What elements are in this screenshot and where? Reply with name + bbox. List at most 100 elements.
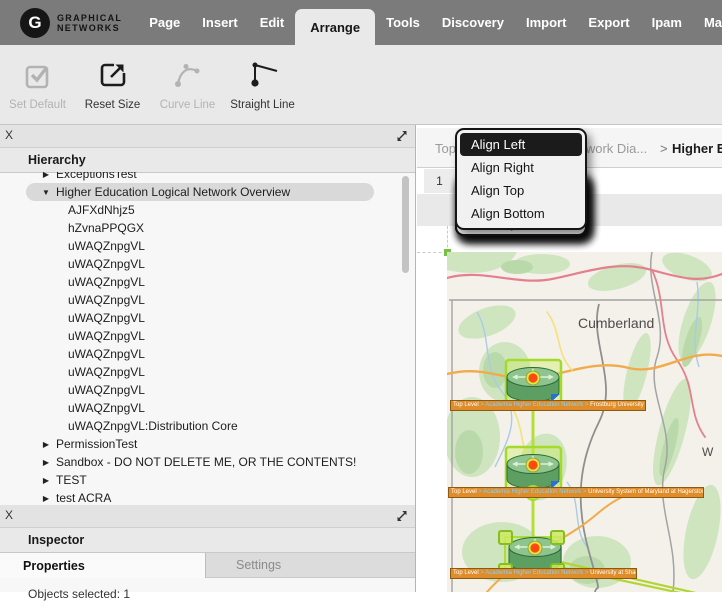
left-sidebar: X Hierarchy ExceptionsTest Higher Educat… bbox=[0, 125, 416, 592]
tree-item-label: Higher Education Logical Network Overvie… bbox=[56, 185, 290, 199]
tree-item[interactable]: uWAQZnpgVL bbox=[26, 291, 374, 309]
tree-expand-arrow[interactable] bbox=[40, 476, 52, 485]
tree-expand-arrow[interactable] bbox=[40, 494, 52, 503]
inspector-title: Inspector bbox=[0, 528, 415, 553]
tree-item-label: uWAQZnpgVL bbox=[68, 257, 145, 271]
inspector-expand-icon[interactable] bbox=[396, 509, 408, 527]
tree-item-label: Sandbox - DO NOT DELETE ME, OR THE CONTE… bbox=[56, 455, 356, 469]
hierarchy-close-button[interactable]: X bbox=[5, 129, 13, 142]
align-menu-item[interactable]: Align Left bbox=[460, 133, 582, 156]
menu-item[interactable]: Insert bbox=[191, 0, 248, 45]
straight-line-label: Straight Line bbox=[230, 99, 295, 111]
menu-item[interactable]: Edit bbox=[249, 0, 296, 45]
tree-item-label: AJFXdNhjz5 bbox=[68, 203, 135, 217]
app-logo: G GRAPHICAL NETWORKS bbox=[20, 8, 122, 38]
page-tab-1[interactable]: 1 bbox=[424, 169, 455, 193]
tree-item[interactable]: TEST bbox=[26, 471, 374, 489]
align-menu-item-label: Align Bottom bbox=[471, 206, 545, 221]
tree-item-label: uWAQZnpgVL bbox=[68, 401, 145, 415]
tree-item[interactable]: uWAQZnpgVL bbox=[26, 399, 374, 417]
tree-expand-arrow[interactable] bbox=[40, 458, 52, 467]
tree-item[interactable]: uWAQZnpgVL bbox=[26, 363, 374, 381]
map-edge-label: W bbox=[702, 445, 714, 459]
hierarchy-expand-icon[interactable] bbox=[396, 129, 408, 147]
tree-item[interactable]: uWAQZnpgVL bbox=[26, 381, 374, 399]
tree-item[interactable]: uWAQZnpgVL bbox=[26, 345, 374, 363]
menu-item-label: Ma bbox=[704, 15, 722, 30]
tree-item[interactable]: AJFXdNhjz5 bbox=[26, 201, 374, 219]
tree-item[interactable]: uWAQZnpgVL bbox=[26, 327, 374, 345]
node-path-label: Top Level > Academia Higher Education Ne… bbox=[450, 568, 637, 579]
align-menu-item-label: Align Top bbox=[471, 183, 524, 198]
align-menu-item[interactable]: Align Right bbox=[460, 156, 582, 179]
tree-item-label: uWAQZnpgVL bbox=[68, 365, 145, 379]
logo-monogram-icon: G bbox=[20, 8, 50, 38]
tree-item-label: uWAQZnpgVL bbox=[68, 311, 145, 325]
tab-properties[interactable]: Properties bbox=[0, 553, 206, 578]
curve-line-label: Curve Line bbox=[160, 99, 216, 111]
curve-line-icon bbox=[171, 58, 205, 92]
main-menu: Page Insert Edit Arrange Tools Discovery… bbox=[138, 0, 722, 45]
tree-item[interactable]: uWAQZnpgVL:Distribution Core bbox=[26, 417, 374, 435]
tree-item[interactable]: Higher Education Logical Network Overvie… bbox=[26, 183, 374, 201]
menu-item-label: Insert bbox=[202, 15, 237, 30]
menu-item-label: Export bbox=[588, 15, 629, 30]
tree-item-label: ExceptionsTest bbox=[56, 172, 137, 181]
menu-item[interactable]: Ma bbox=[693, 0, 722, 45]
curve-line-button: Curve Line bbox=[150, 45, 225, 124]
menu-item[interactable]: Export bbox=[577, 0, 640, 45]
straight-line-button[interactable]: Straight Line bbox=[225, 45, 300, 124]
align-dropdown-menu: Align Left Align Right Align Top Align B… bbox=[455, 128, 587, 230]
tree-item[interactable]: uWAQZnpgVL bbox=[26, 255, 374, 273]
menu-item-label: Import bbox=[526, 15, 566, 30]
tree-expand-arrow[interactable] bbox=[40, 440, 52, 449]
tree-item[interactable]: uWAQZnpgVL bbox=[26, 273, 374, 291]
align-menu-item-label: Align Right bbox=[471, 160, 534, 175]
align-menu-item[interactable]: Align Bottom bbox=[460, 202, 582, 225]
map-canvas[interactable]: Cumberland W bbox=[447, 252, 722, 592]
menu-item[interactable]: Ipam bbox=[641, 0, 693, 45]
tree-item-label: uWAQZnpgVL bbox=[68, 275, 145, 289]
menu-item-label: Arrange bbox=[310, 20, 360, 35]
ribbon-toolbar: Reorder Center Resize Set Default bbox=[0, 45, 722, 125]
tree-item[interactable]: hZvnaPPQGX bbox=[26, 219, 374, 237]
tree-expand-arrow[interactable] bbox=[40, 172, 52, 179]
menu-item[interactable]: Import bbox=[515, 0, 577, 45]
tree-item-label: uWAQZnpgVL bbox=[68, 329, 145, 343]
set-default-label: Set Default bbox=[9, 99, 66, 111]
straight-line-icon bbox=[246, 58, 280, 92]
inspector-tabs: Properties Settings bbox=[0, 553, 415, 578]
reset-size-button[interactable]: Reset Size bbox=[75, 45, 150, 124]
map-place-label: Cumberland bbox=[578, 315, 654, 331]
map-background: Cumberland W bbox=[447, 252, 722, 592]
hierarchy-tree: ExceptionsTest Higher Education Logical … bbox=[0, 172, 400, 505]
menu-item[interactable]: Page bbox=[138, 0, 191, 45]
top-menu-bar: G GRAPHICAL NETWORKS Page Insert Edit Ar… bbox=[0, 0, 722, 45]
menu-item-label: Discovery bbox=[442, 15, 504, 30]
hierarchy-scrollbar-thumb[interactable] bbox=[402, 176, 409, 273]
inspector-close-button[interactable]: X bbox=[5, 509, 13, 522]
inspector-panel: X Inspector Properties Settings Objects … bbox=[0, 505, 415, 601]
tree-item[interactable]: PermissionTest bbox=[26, 435, 374, 453]
tree-item-label: uWAQZnpgVL bbox=[68, 239, 145, 253]
tree-item[interactable]: test ACRA bbox=[26, 489, 374, 505]
menu-item-label: Ipam bbox=[652, 15, 682, 30]
tree-item[interactable]: Sandbox - DO NOT DELETE ME, OR THE CONTE… bbox=[26, 453, 374, 471]
node-path-label: Top Level > Academia Higher Education Ne… bbox=[448, 487, 704, 498]
breadcrumb-separator: > bbox=[660, 141, 668, 156]
set-default-button: Set Default bbox=[0, 45, 75, 124]
menu-item[interactable]: Arrange bbox=[295, 9, 375, 45]
tree-item[interactable]: uWAQZnpgVL bbox=[26, 237, 374, 255]
align-menu-item[interactable]: Align Top bbox=[460, 179, 582, 202]
menu-item[interactable]: Tools bbox=[375, 0, 431, 45]
node-path-label: Top Level > Academia Higher Education Ne… bbox=[450, 400, 646, 411]
menu-item[interactable]: Discovery bbox=[431, 0, 515, 45]
set-default-icon bbox=[21, 58, 55, 92]
reset-size-label: Reset Size bbox=[85, 99, 141, 111]
menu-item-label: Page bbox=[149, 15, 180, 30]
tree-expand-arrow[interactable] bbox=[40, 188, 52, 197]
tree-item[interactable]: ExceptionsTest bbox=[26, 172, 374, 183]
tab-settings[interactable]: Settings bbox=[206, 553, 415, 578]
tree-item[interactable]: uWAQZnpgVL bbox=[26, 309, 374, 327]
tree-item-label: uWAQZnpgVL bbox=[68, 293, 145, 307]
